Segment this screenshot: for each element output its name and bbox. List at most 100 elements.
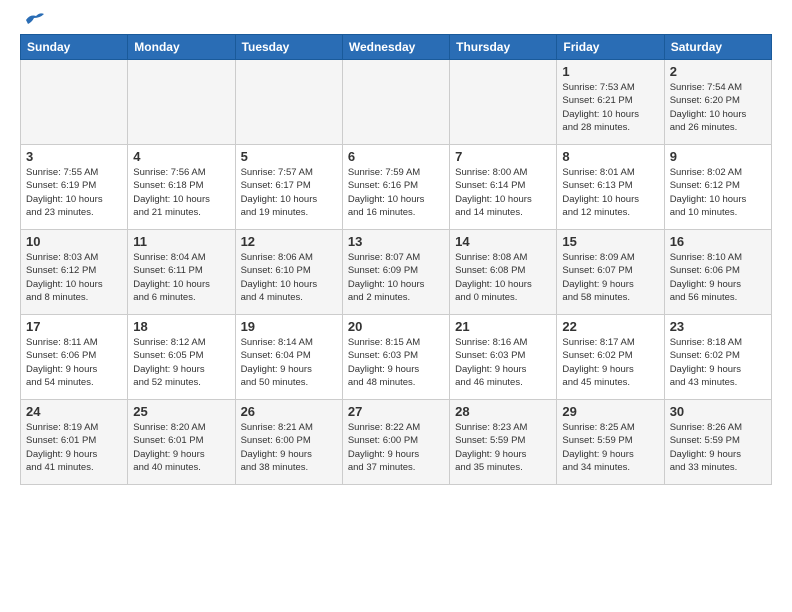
- logo-bird-icon: [22, 12, 44, 28]
- day-number: 16: [670, 234, 766, 249]
- calendar-week-row: 3 Sunrise: 7:55 AM Sunset: 6:19 PM Daylig…: [21, 145, 772, 230]
- day-number: 30: [670, 404, 766, 419]
- calendar-cell: 5 Sunrise: 7:57 AM Sunset: 6:17 PM Daylig…: [235, 145, 342, 230]
- day-detail: Sunrise: 8:09 AM Sunset: 6:07 PM Dayligh…: [562, 251, 658, 304]
- weekday-header-tuesday: Tuesday: [235, 35, 342, 60]
- day-number: 5: [241, 149, 337, 164]
- weekday-header-saturday: Saturday: [664, 35, 771, 60]
- calendar-cell: 14 Sunrise: 8:08 AM Sunset: 6:08 PM Dayli…: [450, 230, 557, 315]
- day-number: 14: [455, 234, 551, 249]
- calendar-cell: 16 Sunrise: 8:10 AM Sunset: 6:06 PM Dayli…: [664, 230, 771, 315]
- calendar-cell: 15 Sunrise: 8:09 AM Sunset: 6:07 PM Dayli…: [557, 230, 664, 315]
- day-detail: Sunrise: 8:19 AM Sunset: 6:01 PM Dayligh…: [26, 421, 122, 474]
- calendar-week-row: 17 Sunrise: 8:11 AM Sunset: 6:06 PM Dayli…: [21, 315, 772, 400]
- day-number: 27: [348, 404, 444, 419]
- day-detail: Sunrise: 8:16 AM Sunset: 6:03 PM Dayligh…: [455, 336, 551, 389]
- day-number: 20: [348, 319, 444, 334]
- day-number: 17: [26, 319, 122, 334]
- day-detail: Sunrise: 8:01 AM Sunset: 6:13 PM Dayligh…: [562, 166, 658, 219]
- calendar-cell: 19 Sunrise: 8:14 AM Sunset: 6:04 PM Dayli…: [235, 315, 342, 400]
- day-number: 19: [241, 319, 337, 334]
- calendar-cell: [21, 60, 128, 145]
- day-number: 23: [670, 319, 766, 334]
- day-number: 4: [133, 149, 229, 164]
- day-number: 28: [455, 404, 551, 419]
- page: SundayMondayTuesdayWednesdayThursdayFrid…: [0, 0, 792, 495]
- weekday-header-monday: Monday: [128, 35, 235, 60]
- day-detail: Sunrise: 8:08 AM Sunset: 6:08 PM Dayligh…: [455, 251, 551, 304]
- calendar-table: SundayMondayTuesdayWednesdayThursdayFrid…: [20, 34, 772, 485]
- day-detail: Sunrise: 8:17 AM Sunset: 6:02 PM Dayligh…: [562, 336, 658, 389]
- day-detail: Sunrise: 8:21 AM Sunset: 6:00 PM Dayligh…: [241, 421, 337, 474]
- day-detail: Sunrise: 8:03 AM Sunset: 6:12 PM Dayligh…: [26, 251, 122, 304]
- header: [20, 18, 772, 24]
- day-detail: Sunrise: 7:53 AM Sunset: 6:21 PM Dayligh…: [562, 81, 658, 134]
- day-detail: Sunrise: 8:15 AM Sunset: 6:03 PM Dayligh…: [348, 336, 444, 389]
- day-number: 12: [241, 234, 337, 249]
- calendar-cell: 22 Sunrise: 8:17 AM Sunset: 6:02 PM Dayli…: [557, 315, 664, 400]
- calendar-cell: [342, 60, 449, 145]
- day-detail: Sunrise: 7:59 AM Sunset: 6:16 PM Dayligh…: [348, 166, 444, 219]
- calendar-cell: 10 Sunrise: 8:03 AM Sunset: 6:12 PM Dayli…: [21, 230, 128, 315]
- calendar-cell: 25Sunrise: 8:20 AM Sunset: 6:01 PM Dayli…: [128, 400, 235, 485]
- day-number: 29: [562, 404, 658, 419]
- day-number: 8: [562, 149, 658, 164]
- day-detail: Sunrise: 8:22 AM Sunset: 6:00 PM Dayligh…: [348, 421, 444, 474]
- calendar-cell: 21 Sunrise: 8:16 AM Sunset: 6:03 PM Dayli…: [450, 315, 557, 400]
- day-detail: Sunrise: 8:06 AM Sunset: 6:10 PM Dayligh…: [241, 251, 337, 304]
- day-detail: Sunrise: 8:20 AM Sunset: 6:01 PM Dayligh…: [133, 421, 229, 474]
- day-number: 2: [670, 64, 766, 79]
- weekday-header-sunday: Sunday: [21, 35, 128, 60]
- calendar-cell: [235, 60, 342, 145]
- day-number: 3: [26, 149, 122, 164]
- day-number: 11: [133, 234, 229, 249]
- calendar-cell: 6Sunrise: 7:59 AM Sunset: 6:16 PM Daylig…: [342, 145, 449, 230]
- day-number: 24: [26, 404, 122, 419]
- day-detail: Sunrise: 8:10 AM Sunset: 6:06 PM Dayligh…: [670, 251, 766, 304]
- logo: [20, 18, 44, 24]
- day-detail: Sunrise: 7:56 AM Sunset: 6:18 PM Dayligh…: [133, 166, 229, 219]
- day-detail: Sunrise: 8:18 AM Sunset: 6:02 PM Dayligh…: [670, 336, 766, 389]
- calendar-cell: 2Sunrise: 7:54 AM Sunset: 6:20 PM Daylig…: [664, 60, 771, 145]
- weekday-header-row: SundayMondayTuesdayWednesdayThursdayFrid…: [21, 35, 772, 60]
- day-detail: Sunrise: 7:55 AM Sunset: 6:19 PM Dayligh…: [26, 166, 122, 219]
- day-number: 13: [348, 234, 444, 249]
- weekday-header-friday: Friday: [557, 35, 664, 60]
- weekday-header-thursday: Thursday: [450, 35, 557, 60]
- calendar-cell: 18Sunrise: 8:12 AM Sunset: 6:05 PM Dayli…: [128, 315, 235, 400]
- calendar-week-row: 10 Sunrise: 8:03 AM Sunset: 6:12 PM Dayli…: [21, 230, 772, 315]
- day-number: 21: [455, 319, 551, 334]
- day-detail: Sunrise: 8:04 AM Sunset: 6:11 PM Dayligh…: [133, 251, 229, 304]
- day-detail: Sunrise: 8:11 AM Sunset: 6:06 PM Dayligh…: [26, 336, 122, 389]
- day-number: 22: [562, 319, 658, 334]
- day-number: 9: [670, 149, 766, 164]
- calendar-cell: 26Sunrise: 8:21 AM Sunset: 6:00 PM Dayli…: [235, 400, 342, 485]
- calendar-cell: [450, 60, 557, 145]
- day-detail: Sunrise: 8:14 AM Sunset: 6:04 PM Dayligh…: [241, 336, 337, 389]
- calendar-cell: 30 Sunrise: 8:26 AM Sunset: 5:59 PM Dayli…: [664, 400, 771, 485]
- calendar-cell: 17 Sunrise: 8:11 AM Sunset: 6:06 PM Dayli…: [21, 315, 128, 400]
- calendar-cell: [128, 60, 235, 145]
- calendar-cell: 20 Sunrise: 8:15 AM Sunset: 6:03 PM Dayli…: [342, 315, 449, 400]
- day-number: 7: [455, 149, 551, 164]
- day-number: 1: [562, 64, 658, 79]
- day-detail: Sunrise: 8:02 AM Sunset: 6:12 PM Dayligh…: [670, 166, 766, 219]
- calendar-cell: 27 Sunrise: 8:22 AM Sunset: 6:00 PM Dayli…: [342, 400, 449, 485]
- calendar-cell: 8 Sunrise: 8:01 AM Sunset: 6:13 PM Daylig…: [557, 145, 664, 230]
- calendar-cell: 9 Sunrise: 8:02 AM Sunset: 6:12 PM Daylig…: [664, 145, 771, 230]
- calendar-cell: 13Sunrise: 8:07 AM Sunset: 6:09 PM Dayli…: [342, 230, 449, 315]
- day-number: 18: [133, 319, 229, 334]
- day-number: 15: [562, 234, 658, 249]
- calendar-week-row: 1 Sunrise: 7:53 AM Sunset: 6:21 PM Daylig…: [21, 60, 772, 145]
- day-number: 10: [26, 234, 122, 249]
- calendar-week-row: 24 Sunrise: 8:19 AM Sunset: 6:01 PM Dayli…: [21, 400, 772, 485]
- day-detail: Sunrise: 7:57 AM Sunset: 6:17 PM Dayligh…: [241, 166, 337, 219]
- calendar-cell: 3 Sunrise: 7:55 AM Sunset: 6:19 PM Daylig…: [21, 145, 128, 230]
- calendar-cell: 29 Sunrise: 8:25 AM Sunset: 5:59 PM Dayli…: [557, 400, 664, 485]
- day-detail: Sunrise: 8:25 AM Sunset: 5:59 PM Dayligh…: [562, 421, 658, 474]
- day-detail: Sunrise: 8:26 AM Sunset: 5:59 PM Dayligh…: [670, 421, 766, 474]
- calendar-cell: 11 Sunrise: 8:04 AM Sunset: 6:11 PM Dayli…: [128, 230, 235, 315]
- calendar-cell: 23 Sunrise: 8:18 AM Sunset: 6:02 PM Dayli…: [664, 315, 771, 400]
- day-detail: Sunrise: 8:23 AM Sunset: 5:59 PM Dayligh…: [455, 421, 551, 474]
- day-detail: Sunrise: 8:00 AM Sunset: 6:14 PM Dayligh…: [455, 166, 551, 219]
